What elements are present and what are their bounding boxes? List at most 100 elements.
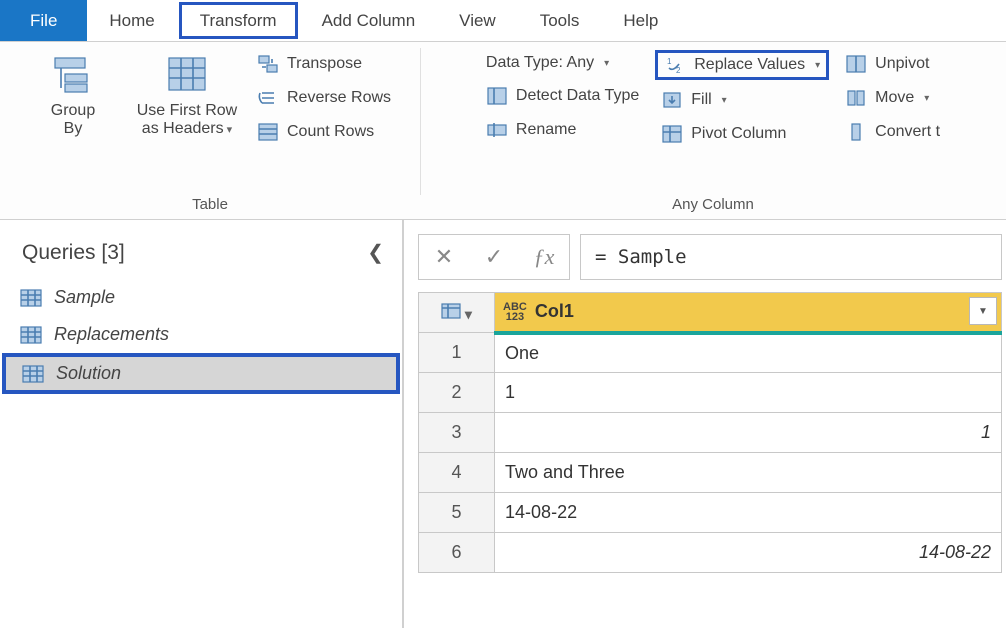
row-number[interactable]: 5: [419, 493, 495, 533]
reverse-rows-label: Reverse Rows: [287, 89, 391, 107]
ribbon-group-any-column: Data Type: Any ▾ Detect Data Type Rename…: [420, 42, 1006, 219]
tab-transform[interactable]: Transform: [179, 2, 298, 39]
ribbon-group-table-label: Table: [192, 192, 228, 215]
replace-values-icon: 12: [664, 55, 686, 75]
table-icon: [20, 326, 42, 344]
pivot-icon: [661, 124, 683, 144]
chevron-down-icon: ▾: [604, 58, 609, 69]
tab-add-column[interactable]: Add Column: [300, 0, 438, 41]
formula-bar: ✕ ✓ ƒx = Sample: [418, 234, 1002, 280]
formula-actions: ✕ ✓ ƒx: [418, 234, 570, 280]
queries-pane: Queries [3] ❮ Sample Replacements Soluti…: [0, 220, 404, 628]
any-type-icon: ABC123: [503, 302, 527, 322]
fx-icon: ƒx: [519, 244, 569, 270]
table-row: 1 One: [419, 333, 1002, 373]
move-icon: [845, 88, 867, 108]
row-number[interactable]: 2: [419, 373, 495, 413]
tab-tools[interactable]: Tools: [518, 0, 602, 41]
main-area: Queries [3] ❮ Sample Replacements Soluti…: [0, 220, 1006, 628]
use-first-row-label: Use First Row as Headers▾: [137, 102, 237, 138]
query-item-solution[interactable]: Solution: [2, 353, 400, 394]
tab-help[interactable]: Help: [601, 0, 680, 41]
count-rows-button[interactable]: Count Rows: [257, 122, 391, 142]
chevron-down-icon: ▾: [924, 93, 929, 104]
convert-label: Convert t: [875, 123, 940, 141]
unpivot-label: Unpivot: [875, 55, 929, 73]
ribbon-group-any-column-label: Any Column: [672, 192, 754, 215]
cell[interactable]: One: [495, 333, 1002, 373]
fill-icon: [661, 90, 683, 110]
chevron-down-icon: ▾: [722, 95, 727, 106]
row-number[interactable]: 3: [419, 413, 495, 453]
column-name: Col1: [535, 301, 574, 322]
move-label: Move: [875, 89, 914, 107]
cell[interactable]: 1: [495, 373, 1002, 413]
move-button[interactable]: Move ▾: [845, 88, 940, 108]
table-icon: [20, 289, 42, 307]
data-type-label: Data Type: Any: [486, 54, 594, 72]
chevron-down-icon: ▾: [227, 124, 233, 136]
query-label: Solution: [56, 363, 121, 384]
column-filter-button[interactable]: ▼: [969, 297, 997, 325]
convert-button[interactable]: Convert t: [845, 122, 940, 142]
query-label: Replacements: [54, 324, 169, 345]
table-row: 3 1: [419, 413, 1002, 453]
ribbon: Group By Use First Row as Headers▾ Trans…: [0, 42, 1006, 220]
unpivot-icon: [845, 54, 867, 74]
unpivot-button[interactable]: Unpivot: [845, 54, 940, 74]
reverse-rows-icon: [257, 88, 279, 108]
pivot-column-label: Pivot Column: [691, 125, 786, 143]
tab-file[interactable]: File: [0, 0, 87, 41]
tab-home[interactable]: Home: [87, 0, 176, 41]
detect-data-type-button[interactable]: Detect Data Type: [486, 86, 639, 106]
cell[interactable]: 14-08-22: [495, 533, 1002, 573]
detect-type-icon: [486, 86, 508, 106]
rename-button[interactable]: Rename: [486, 120, 639, 140]
transpose-button[interactable]: Transpose: [257, 54, 391, 74]
detect-data-type-label: Detect Data Type: [516, 87, 639, 105]
transpose-label: Transpose: [287, 55, 362, 73]
table-icon: [22, 365, 44, 383]
query-item-sample[interactable]: Sample: [0, 279, 402, 316]
ribbon-group-table: Group By Use First Row as Headers▾ Trans…: [0, 42, 420, 219]
queries-title: Queries [3]: [22, 241, 125, 265]
group-by-icon: [51, 52, 95, 96]
commit-formula-button[interactable]: ✓: [469, 244, 519, 270]
count-rows-label: Count Rows: [287, 123, 374, 141]
chevron-down-icon: ▾: [815, 60, 820, 71]
row-number[interactable]: 1: [419, 333, 495, 373]
convert-icon: [845, 122, 867, 142]
queries-header: Queries [3] ❮: [0, 232, 402, 279]
collapse-pane-button[interactable]: ❮: [367, 240, 384, 265]
tab-view[interactable]: View: [437, 0, 518, 41]
fill-button[interactable]: Fill ▾: [661, 90, 823, 110]
table-row: 6 14-08-22: [419, 533, 1002, 573]
pivot-column-button[interactable]: Pivot Column: [661, 124, 823, 144]
svg-text:1: 1: [667, 57, 672, 66]
cell[interactable]: Two and Three: [495, 453, 1002, 493]
table-row: 4 Two and Three: [419, 453, 1002, 493]
table-row: 2 1: [419, 373, 1002, 413]
cancel-formula-button[interactable]: ✕: [419, 244, 469, 270]
group-by-label: Group By: [51, 102, 95, 138]
content-pane: ✕ ✓ ƒx = Sample ▾ ABC123 Col1 ▼: [404, 220, 1006, 628]
query-item-replacements[interactable]: Replacements: [0, 316, 402, 353]
reverse-rows-button[interactable]: Reverse Rows: [257, 88, 391, 108]
formula-input[interactable]: = Sample: [580, 234, 1002, 280]
data-type-button[interactable]: Data Type: Any ▾: [486, 54, 639, 72]
row-number[interactable]: 6: [419, 533, 495, 573]
fill-label: Fill: [691, 91, 711, 109]
column-header-col1[interactable]: ABC123 Col1 ▼: [495, 293, 1002, 333]
replace-values-button[interactable]: 12 Replace Values ▾: [655, 50, 829, 80]
grid-corner-menu[interactable]: ▾: [419, 293, 495, 333]
cell[interactable]: 1: [495, 413, 1002, 453]
table-row: 5 14-08-22: [419, 493, 1002, 533]
transpose-icon: [257, 54, 279, 74]
group-by-button[interactable]: Group By: [29, 48, 117, 138]
rename-label: Rename: [516, 121, 576, 139]
cell[interactable]: 14-08-22: [495, 493, 1002, 533]
use-first-row-button[interactable]: Use First Row as Headers▾: [127, 48, 247, 138]
rename-icon: [486, 120, 508, 140]
row-number[interactable]: 4: [419, 453, 495, 493]
menu-bar: File Home Transform Add Column View Tool…: [0, 0, 1006, 42]
